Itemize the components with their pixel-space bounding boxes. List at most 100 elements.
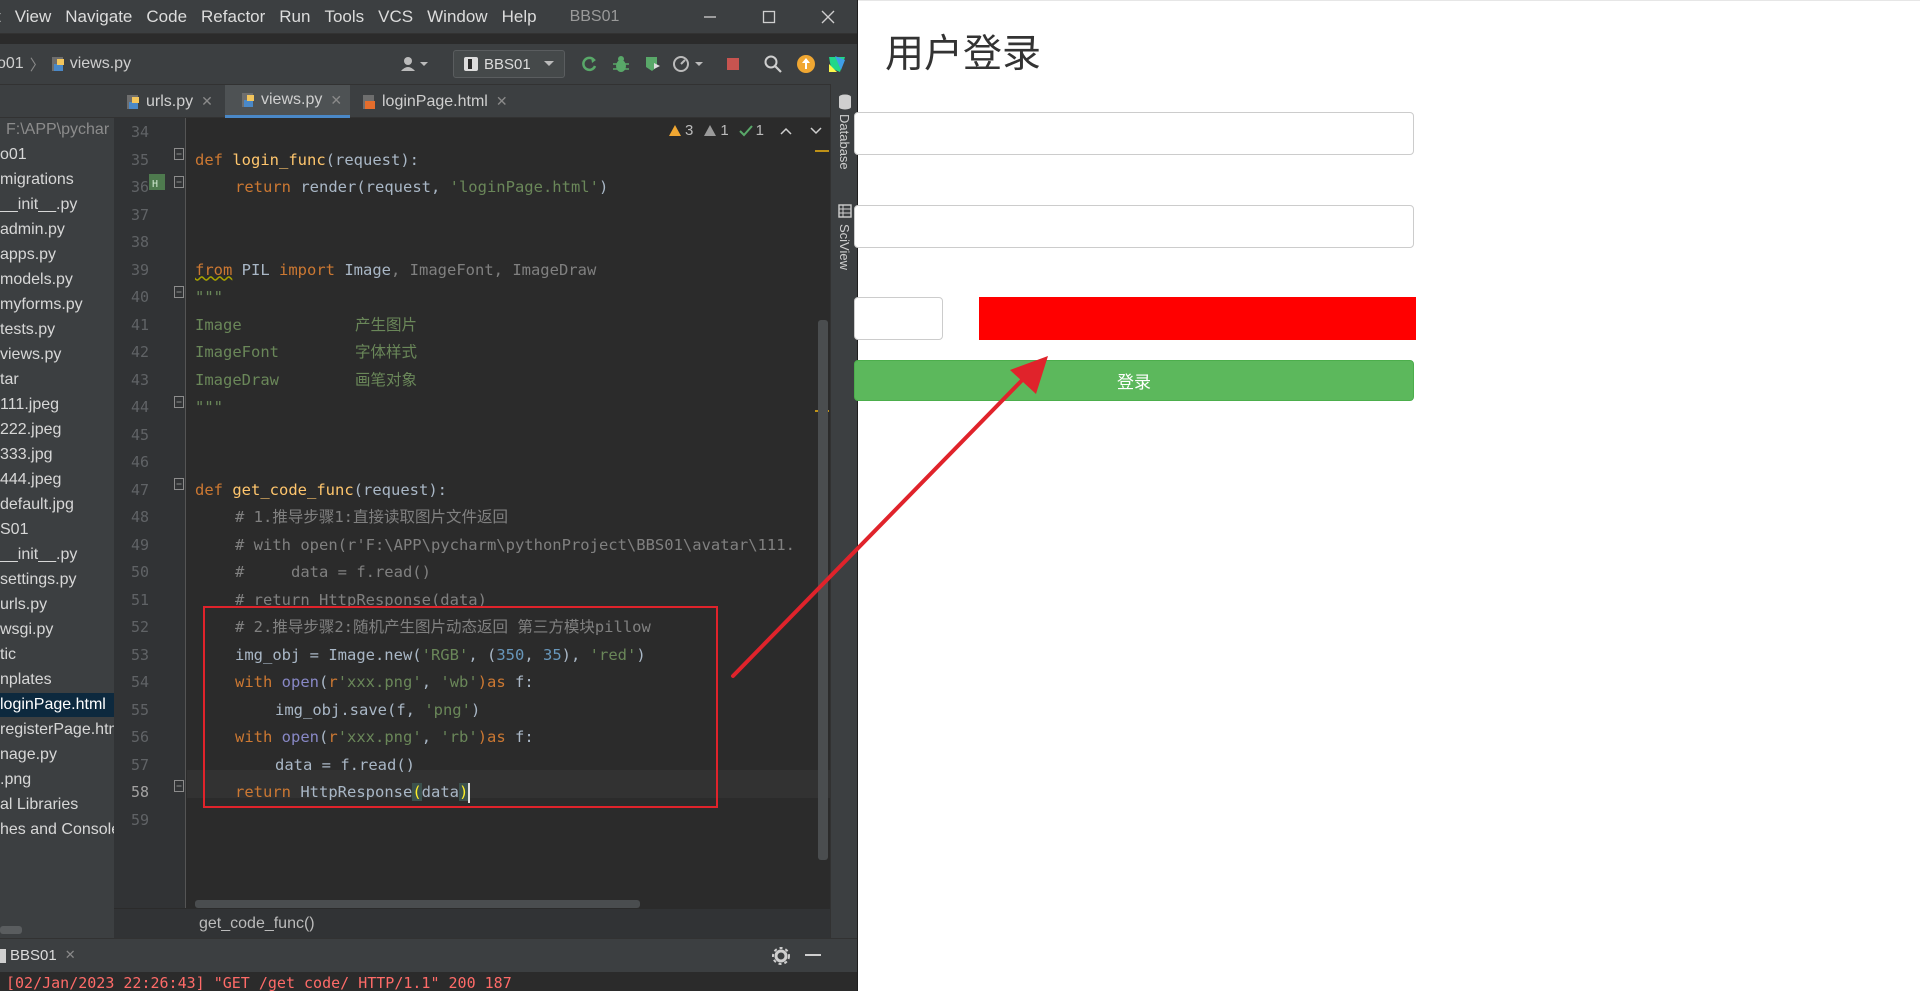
user-menu-button[interactable] [398,53,432,75]
tree-item[interactable]: urls.py [0,593,47,617]
debug-button[interactable] [610,53,632,75]
close-window-button[interactable] [800,0,856,34]
tree-item[interactable]: admin.py [0,218,65,242]
captcha-image[interactable] [979,297,1416,340]
fold-icon[interactable] [174,396,184,408]
tree-item[interactable]: tic [0,643,16,667]
warning-count[interactable]: 3 [668,122,693,139]
tree-item[interactable]: myforms.py [0,293,83,317]
error-stripe-mark[interactable] [815,150,829,152]
menu-file[interactable]: t [0,7,8,27]
tab-loginpage-html[interactable]: loginPage.html ✕ [362,85,522,118]
run-gutter-icon[interactable]: H [148,173,166,191]
menu-code[interactable]: Code [139,7,194,27]
tree-item[interactable]: default.jpg [0,493,74,517]
html-file-icon [363,94,375,109]
tree-item[interactable]: __init__.py [0,193,77,217]
tree-item[interactable]: tar [0,368,19,392]
tab-urls-py[interactable]: urls.py ✕ [126,85,223,118]
password-input[interactable] [854,205,1414,248]
line-number: 51 [130,590,149,609]
chevron-up-icon[interactable] [780,126,792,136]
pycharm-icon [829,56,845,72]
typo-count[interactable]: 1 [738,122,764,139]
fold-icon[interactable] [174,176,184,188]
project-scrollbar[interactable] [0,926,22,934]
tree-item[interactable]: hes and Console [0,818,114,842]
tree-item[interactable]: __init__.py [0,543,77,567]
tree-item[interactable]: F:\APP\pychar [6,118,109,142]
minimize-panel-icon[interactable] [805,954,821,958]
menu-run[interactable]: Run [272,7,317,27]
tree-item[interactable]: tests.py [0,318,55,342]
coverage-button[interactable] [641,53,663,75]
code-line: from PIL import Image, ImageFont, ImageD… [195,260,597,279]
close-tab-icon[interactable]: ✕ [496,93,508,110]
fold-icon[interactable] [174,148,184,160]
tree-item[interactable]: 444.jpeg [0,468,61,492]
tree-item[interactable]: settings.py [0,568,76,592]
menu-window[interactable]: Window [420,7,494,27]
username-input[interactable] [854,112,1414,155]
tree-item[interactable]: S01 [0,518,28,542]
chevron-down-icon[interactable] [810,126,822,136]
tree-item[interactable]: nage.py [0,743,57,767]
line-number: 54 [130,673,149,691]
profile-button[interactable] [672,53,708,75]
tree-item[interactable]: registerPage.htm [0,718,114,742]
minimize-button[interactable] [682,0,738,34]
tree-item[interactable]: apps.py [0,243,56,267]
tree-item-selected[interactable]: loginPage.html [0,693,114,717]
pycharm-logo-button[interactable] [826,53,848,75]
line-number: 56 [130,728,149,746]
breadcrumb-file[interactable]: views.py [70,55,131,73]
editor-vertical-scrollbar[interactable] [818,320,828,860]
code-line: # 1.推导步骤1:直接读取图片文件返回 [235,508,508,526]
login-button[interactable]: 登录 [854,360,1414,401]
tree-item[interactable]: 111.jpeg [0,393,59,417]
tree-item[interactable]: o01 [0,143,27,167]
tree-item[interactable]: 222.jpeg [0,418,61,442]
breadcrumb: o01 〉 views.py [0,54,131,75]
captcha-input[interactable] [854,297,943,340]
sciview-icon [838,204,852,218]
menu-refactor[interactable]: Refactor [194,7,272,27]
user-icon [401,57,428,71]
search-button[interactable] [762,53,784,75]
rerun-button[interactable] [578,53,600,75]
menu-tools[interactable]: Tools [317,7,371,27]
close-tab-icon[interactable]: ✕ [201,93,213,110]
tree-item[interactable]: 333.jpg [0,443,53,467]
inspection-widget[interactable]: 3 1 1 [668,122,822,139]
maximize-button[interactable] [741,0,797,34]
menu-help[interactable]: Help [495,7,544,27]
sciview-tool-tab[interactable]: SciView [837,224,852,270]
code-structure-breadcrumb[interactable]: get_code_func() [114,908,830,938]
breadcrumb-project[interactable]: o01 [0,55,24,73]
close-tab-icon[interactable]: ✕ [330,92,342,109]
tree-item[interactable]: views.py [0,343,61,367]
fold-icon[interactable] [174,478,184,490]
fold-icon[interactable] [174,780,184,792]
gear-icon[interactable] [772,947,790,965]
tree-item[interactable]: migrations [0,168,74,192]
tree-item[interactable]: nplates [0,668,52,692]
run-config-selector[interactable]: BBS01 [453,50,565,78]
menu-navigate[interactable]: Navigate [58,7,139,27]
run-tab-label[interactable]: BBS01 [10,947,57,964]
tree-item[interactable]: wsgi.py [0,618,53,642]
tree-item[interactable]: al Libraries [0,793,78,817]
editor-horizontal-scrollbar[interactable] [195,900,640,908]
weak-warning-count[interactable]: 1 [703,122,729,139]
window-title: BBS01 [569,7,620,25]
menu-view[interactable]: View [8,7,59,27]
update-button[interactable] [795,53,817,75]
tab-views-py[interactable]: views.py ✕ [225,85,350,118]
close-run-tab-icon[interactable]: ✕ [65,948,76,963]
database-tool-tab[interactable]: Database [837,114,852,170]
tree-item[interactable]: models.py [0,268,73,292]
fold-icon[interactable] [174,286,184,298]
stop-button[interactable] [722,53,744,75]
menu-vcs[interactable]: VCS [371,7,420,27]
tree-item[interactable]: .png [0,768,31,792]
